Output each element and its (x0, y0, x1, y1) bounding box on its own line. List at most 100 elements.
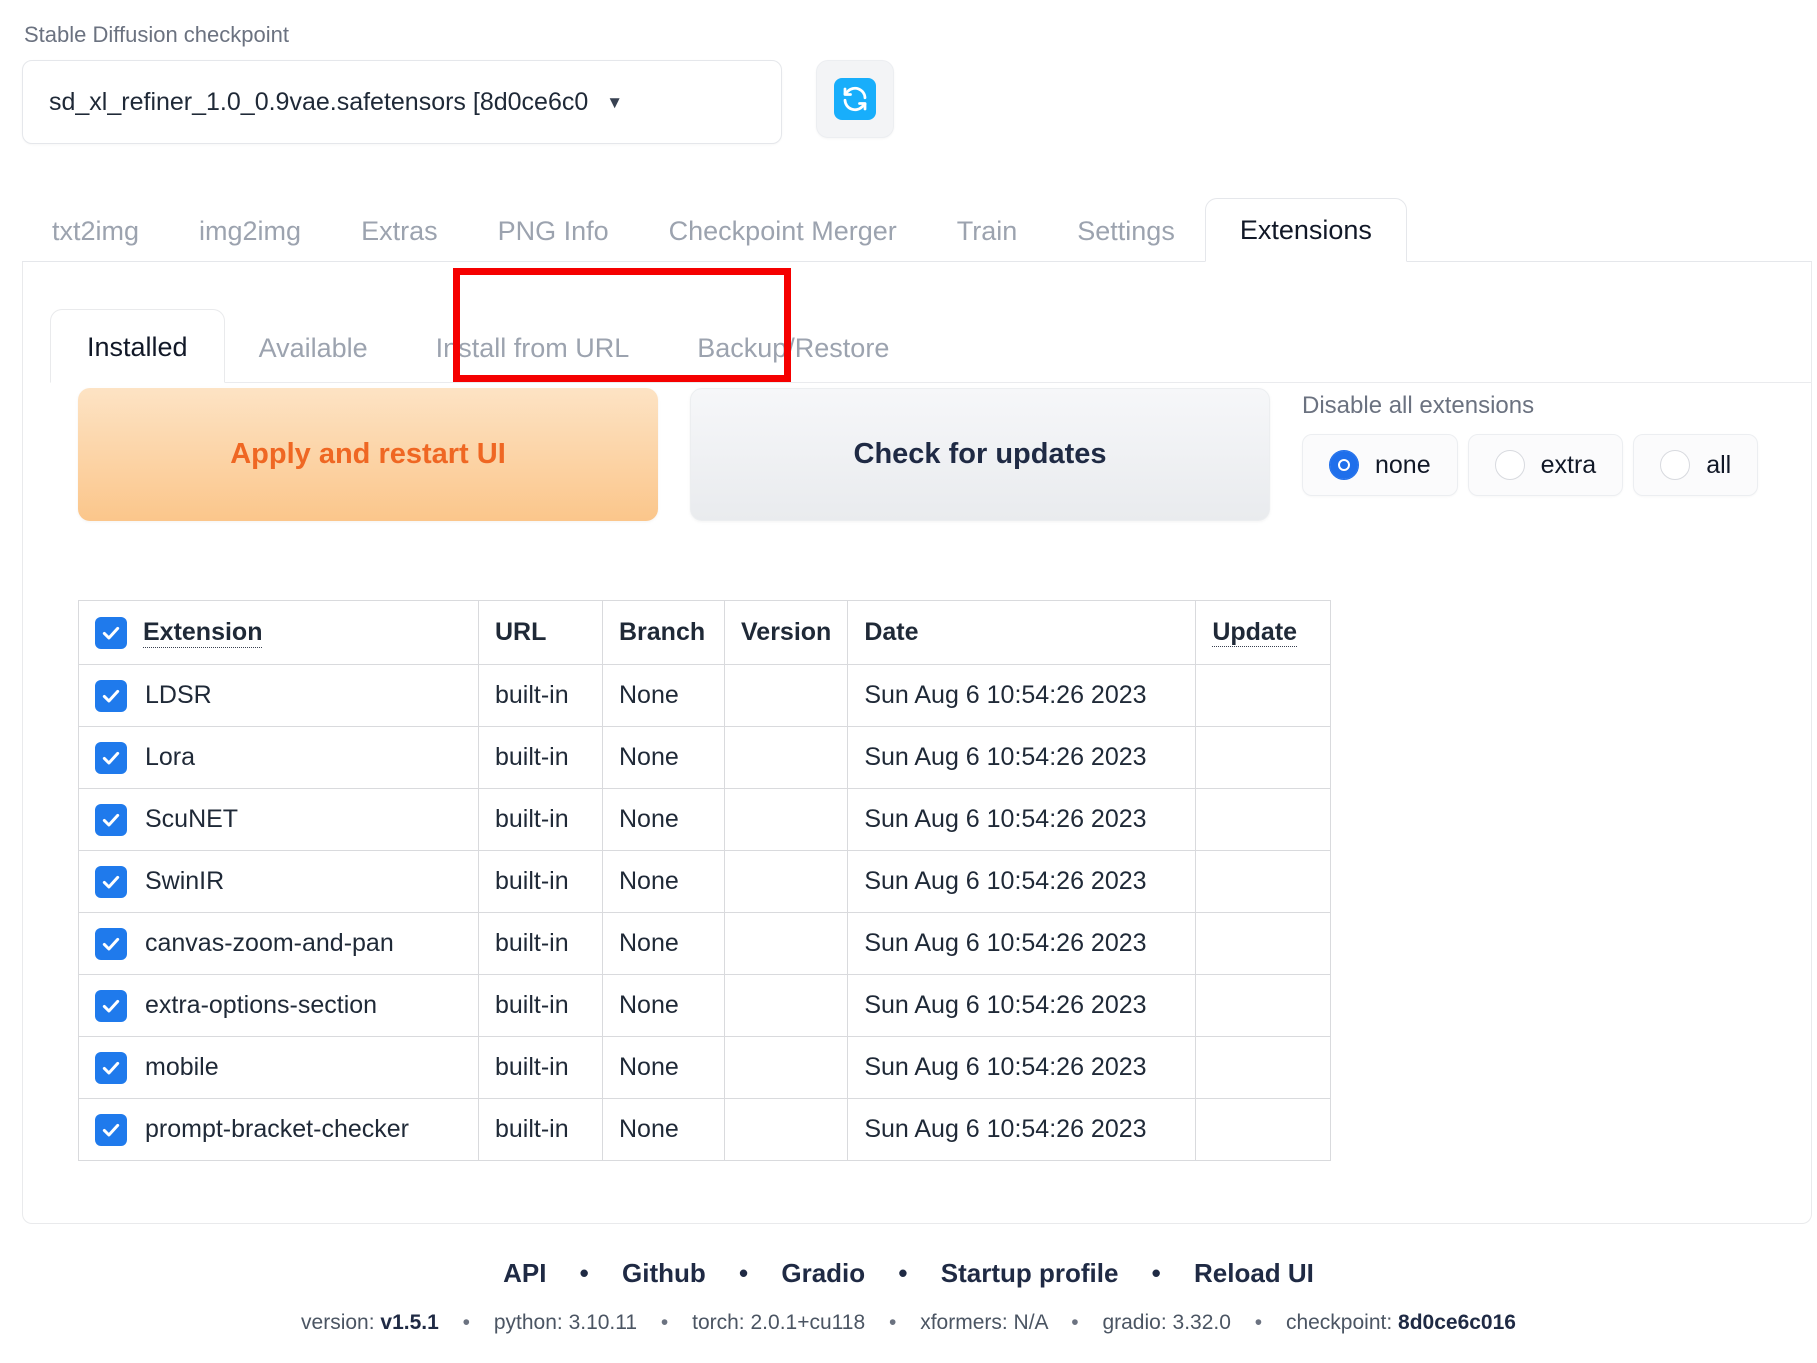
extension-name: prompt-bracket-checker (145, 1115, 409, 1143)
extension-name: canvas-zoom-and-pan (145, 929, 394, 957)
tab-png-info[interactable]: PNG Info (468, 216, 639, 261)
header-date: Date (847, 600, 1197, 665)
radio-dot-icon (1660, 450, 1691, 480)
row-checkbox[interactable] (95, 989, 127, 1022)
row-checkbox[interactable] (95, 1113, 127, 1146)
header-branch: Branch (602, 600, 725, 665)
footer-links: API • Github • Gradio • Startup profile … (0, 1258, 1817, 1289)
checkpoint-dropdown[interactable]: sd_xl_refiner_1.0_0.9vae.safetensors [8d… (22, 60, 782, 145)
chevron-down-icon: ▼ (606, 92, 624, 112)
tab-checkpoint-merger[interactable]: Checkpoint Merger (639, 216, 927, 261)
cell-date: Sun Aug 6 10:54:26 2023 (847, 850, 1197, 913)
cell-extension: mobile (78, 1036, 479, 1099)
cell-update (1195, 726, 1332, 789)
table-head: Extension URL Branch Version Date Update (78, 600, 1332, 665)
check-for-updates-button[interactable]: Check for updates (690, 388, 1270, 521)
cell-branch: None (602, 726, 725, 789)
extension-name: LDSR (145, 681, 212, 709)
footer-link-github[interactable]: Github (622, 1258, 706, 1288)
subtab-install-from-url[interactable]: Install from URL (402, 333, 664, 382)
extensions-table: Extension URL Branch Version Date Update… (78, 600, 1332, 1161)
cell-extension: Lora (78, 726, 479, 789)
cell-url: built-in (478, 788, 603, 851)
table-row: extra-options-section built-in None Sun … (78, 974, 1332, 1037)
refresh-icon (834, 78, 876, 121)
footer-link-api[interactable]: API (503, 1258, 546, 1288)
table-header-row: Extension URL Branch Version Date Update (78, 600, 1332, 665)
cell-version (723, 726, 849, 789)
cell-branch: None (602, 1036, 725, 1099)
footer-version-line: version: v1.5.1 • python: 3.10.11 • torc… (0, 1311, 1817, 1335)
cell-version (723, 788, 849, 851)
refresh-checkpoints-button[interactable] (816, 60, 894, 139)
main-tab-bar: txt2img img2img Extras PNG Info Checkpoi… (22, 198, 1812, 262)
footer-separator: • (898, 1258, 908, 1288)
radio-none[interactable]: none (1302, 434, 1458, 496)
cell-version (723, 974, 849, 1037)
table-row: prompt-bracket-checker built-in None Sun… (78, 1098, 1332, 1161)
radio-all[interactable]: all (1633, 434, 1759, 496)
version-key: version: (301, 1311, 375, 1334)
cell-version (723, 664, 849, 727)
select-all-checkbox[interactable] (95, 616, 127, 649)
cell-url: built-in (478, 912, 603, 975)
tab-extensions[interactable]: Extensions (1204, 198, 1407, 262)
row-checkbox[interactable] (95, 679, 127, 712)
cell-update (1195, 788, 1332, 851)
footer-link-reload-ui[interactable]: Reload UI (1194, 1258, 1314, 1288)
radio-extra[interactable]: extra (1467, 434, 1624, 496)
table-row: ScuNET built-in None Sun Aug 6 10:54:26 … (78, 788, 1332, 851)
subtab-available[interactable]: Available (225, 333, 402, 382)
xformers-value: N/A (1013, 1311, 1048, 1334)
version-separator: • (1071, 1311, 1079, 1334)
tab-img2img[interactable]: img2img (169, 216, 331, 261)
footer-separator: • (579, 1258, 589, 1288)
cell-update (1195, 912, 1332, 975)
sd-webui-page: Stable Diffusion checkpoint sd_xl_refine… (0, 0, 1817, 1363)
version-value: v1.5.1 (380, 1311, 439, 1334)
radio-dot-icon (1494, 450, 1525, 480)
header-update-label[interactable]: Update (1212, 618, 1298, 647)
cell-branch: None (602, 912, 725, 975)
version-separator: • (1254, 1311, 1263, 1334)
footer: API • Github • Gradio • Startup profile … (0, 1258, 1817, 1335)
tab-train[interactable]: Train (927, 216, 1048, 261)
row-checkbox[interactable] (95, 927, 127, 960)
cell-url: built-in (478, 974, 603, 1037)
cell-extension: LDSR (78, 664, 479, 727)
tab-settings[interactable]: Settings (1047, 216, 1205, 261)
header-url: URL (478, 600, 603, 665)
cell-url: built-in (478, 664, 603, 727)
radio-extra-label: extra (1540, 450, 1597, 479)
radio-none-label: none (1375, 450, 1431, 479)
cell-branch: None (602, 974, 725, 1037)
extension-name: ScuNET (145, 805, 239, 833)
row-checkbox[interactable] (95, 1051, 127, 1084)
row-checkbox[interactable] (95, 865, 127, 898)
cell-update (1195, 664, 1332, 727)
header-extension-label[interactable]: Extension (143, 618, 263, 648)
checkpoint-key: checkpoint: (1285, 1311, 1393, 1334)
torch-value: 2.0.1+cu118 (750, 1311, 866, 1334)
row-checkbox[interactable] (95, 741, 127, 774)
footer-link-gradio[interactable]: Gradio (781, 1258, 865, 1288)
tab-txt2img[interactable]: txt2img (22, 216, 169, 261)
torch-key: torch: (692, 1311, 745, 1334)
disable-all-extensions-label: Disable all extensions (1302, 392, 1535, 419)
row-checkbox[interactable] (95, 803, 127, 836)
cell-update (1195, 974, 1332, 1037)
cell-url: built-in (478, 850, 603, 913)
cell-branch: None (602, 1098, 725, 1161)
cell-extension: SwinIR (78, 850, 479, 913)
subtab-installed[interactable]: Installed (50, 309, 225, 383)
tab-extras[interactable]: Extras (331, 216, 468, 261)
cell-version (723, 1036, 849, 1099)
header-version: Version (723, 600, 849, 665)
checkpoint-label: Stable Diffusion checkpoint (24, 22, 289, 47)
xformers-key: xformers: (920, 1311, 1008, 1334)
extensions-sub-tab-bar: Installed Available Install from URL Bac… (50, 278, 1812, 383)
cell-update (1195, 1098, 1332, 1161)
footer-link-startup-profile[interactable]: Startup profile (941, 1258, 1119, 1288)
subtab-backup-restore[interactable]: Backup/Restore (663, 333, 923, 382)
apply-and-restart-ui-button[interactable]: Apply and restart UI (78, 388, 658, 521)
